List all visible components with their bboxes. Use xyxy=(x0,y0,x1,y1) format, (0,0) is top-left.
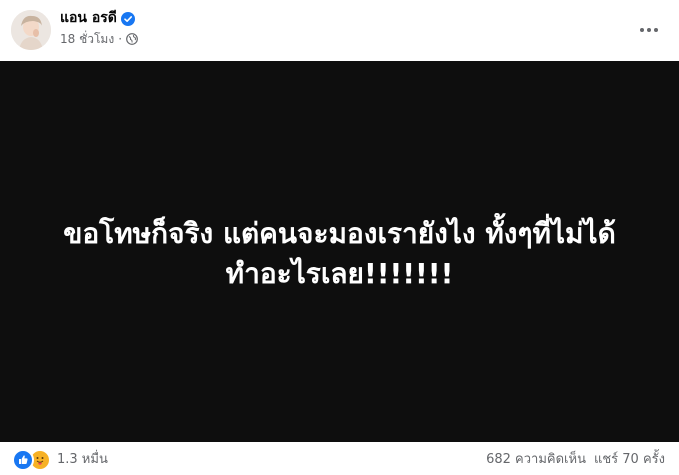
author-name[interactable]: แอน อรดี xyxy=(60,8,117,28)
post-footer: 1.3 หมื่น 682 ความคิดเห็น แชร์ 70 ครั้ง xyxy=(0,444,679,475)
share-count[interactable]: แชร์ 70 ครั้ง xyxy=(594,450,665,470)
reaction-summary[interactable]: 1.3 หมื่น xyxy=(12,449,108,471)
post-media[interactable]: ขอโทษก็จริง แต่คนจะมองเรายังไง ทั้งๆที่ไ… xyxy=(0,61,679,442)
engagement-counts: 682 ความคิดเห็น แชร์ 70 ครั้ง xyxy=(478,450,665,470)
author-row: แอน อรดี xyxy=(60,8,135,28)
more-dot xyxy=(640,28,644,32)
media-text-line: ขอโทษก็จริง แต่คนจะมองเรายังไง ทั้งๆที่ไ… xyxy=(63,216,616,250)
avatar-image xyxy=(11,10,51,50)
like-icon xyxy=(12,449,34,471)
media-text-line: ทำอะไรเลย!!!!!!! xyxy=(225,256,454,290)
post-meta: 18 ชั่วโมง · xyxy=(60,30,138,48)
globe-icon[interactable] xyxy=(126,33,138,45)
facebook-post: แอน อรดี 18 ชั่วโมง · ขอโทษก็จริง แต่คนจ… xyxy=(0,0,679,475)
more-options-icon[interactable] xyxy=(633,14,665,46)
verified-badge-icon xyxy=(120,11,135,26)
post-header: แอน อรดี 18 ชั่วโมง · xyxy=(0,0,679,60)
reaction-count: 1.3 หมื่น xyxy=(57,452,108,467)
more-dot xyxy=(654,28,658,32)
media-text: ขอโทษก็จริง แต่คนจะมองเรายังไง ทั้งๆที่ไ… xyxy=(20,214,660,294)
meta-separator: · xyxy=(118,32,123,46)
more-dot xyxy=(647,28,651,32)
author-avatar[interactable] xyxy=(11,10,51,50)
post-timestamp[interactable]: 18 ชั่วโมง xyxy=(60,30,114,49)
comment-count[interactable]: 682 ความคิดเห็น xyxy=(486,450,586,470)
